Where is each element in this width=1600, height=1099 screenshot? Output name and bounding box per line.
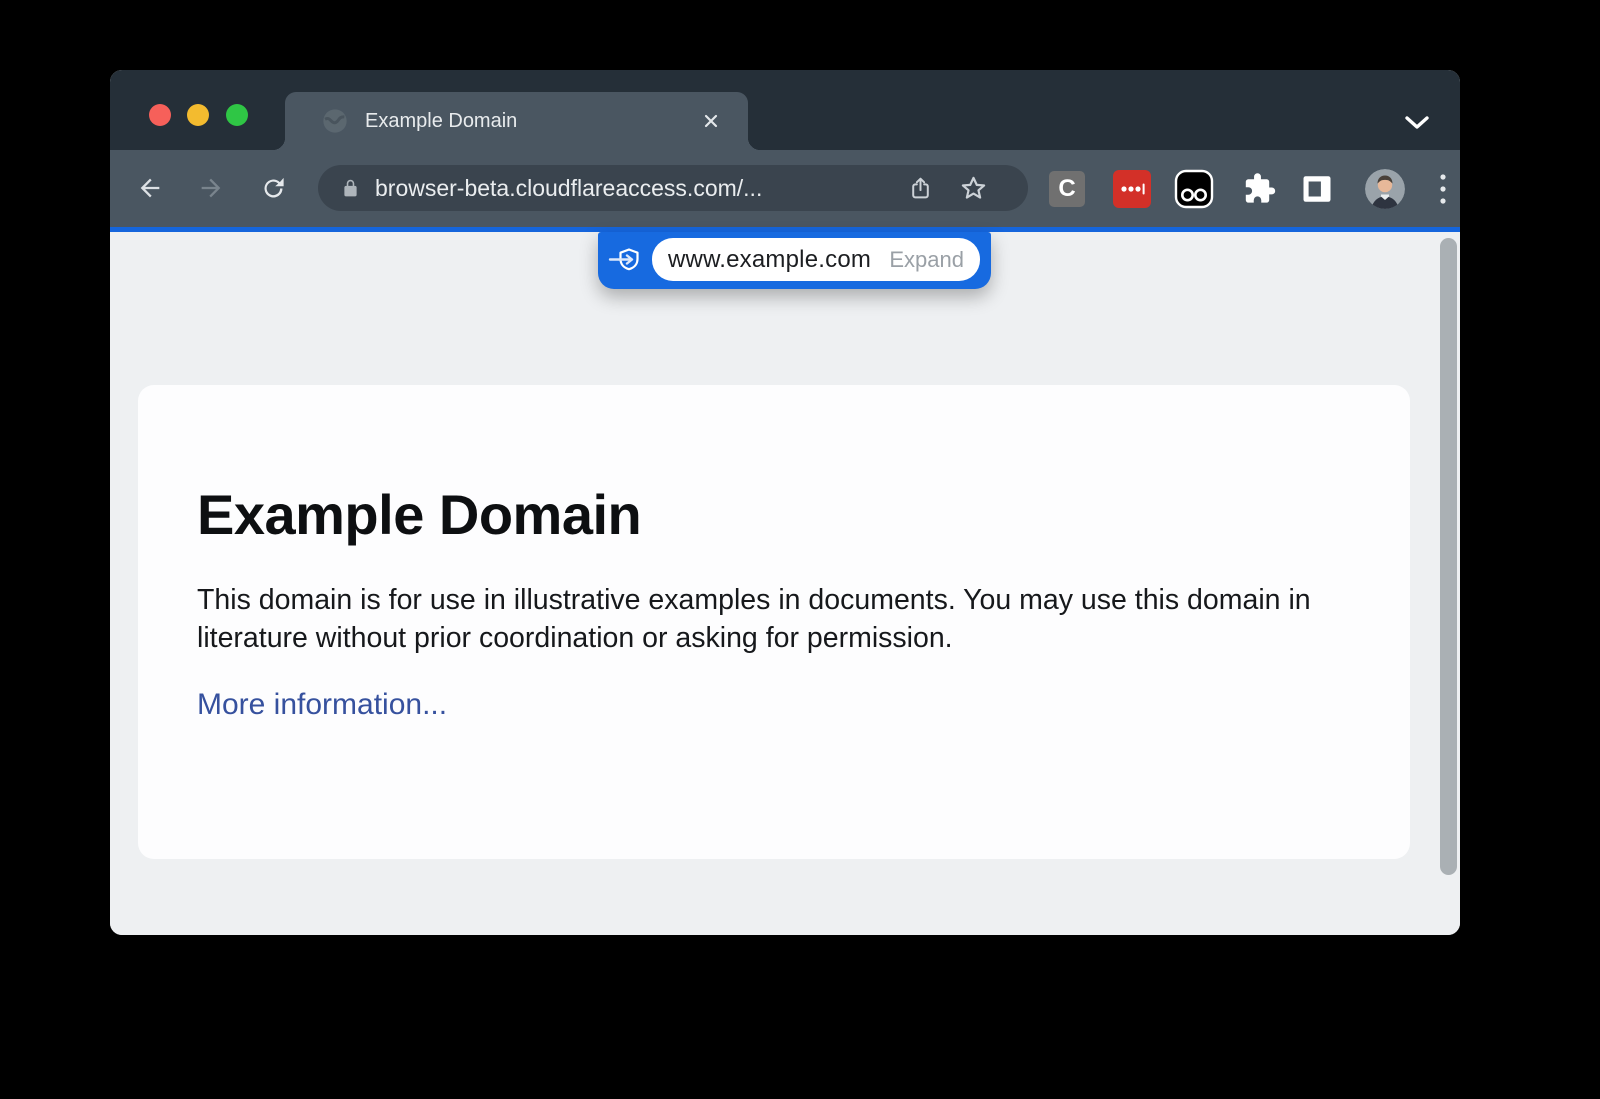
close-icon xyxy=(702,112,720,130)
back-icon xyxy=(136,174,164,202)
puzzle-icon xyxy=(1241,171,1277,207)
isolation-domain-pill[interactable]: www.example.com Expand xyxy=(598,232,991,289)
url-text: browser-beta.cloudflareaccess.com/... xyxy=(375,175,762,202)
reload-button[interactable] xyxy=(253,168,293,208)
side-panel-button[interactable] xyxy=(1299,171,1335,207)
page-paragraph: This domain is for use in illustrative e… xyxy=(197,581,1345,657)
globe-favicon-icon xyxy=(321,107,349,135)
isolated-domain-label: www.example.com xyxy=(668,246,871,274)
three-dot-menu-icon xyxy=(1439,172,1447,206)
reload-icon xyxy=(260,175,287,202)
bookmark-star-icon[interactable] xyxy=(959,174,988,203)
window-close-button[interactable] xyxy=(149,104,171,126)
forward-button[interactable] xyxy=(191,168,231,208)
dark-extension-button[interactable] xyxy=(1173,168,1215,210)
chevron-down-icon xyxy=(1404,115,1430,131)
browser-window: Example Domain xyxy=(110,70,1460,935)
tab-title: Example Domain xyxy=(365,110,696,133)
example-domain-card: Example Domain This domain is for use in… xyxy=(138,385,1410,859)
avatar-photo xyxy=(1365,169,1405,209)
shield-arrow-icon xyxy=(606,246,644,276)
page-title: Example Domain xyxy=(197,482,1410,547)
window-zoom-button[interactable] xyxy=(226,104,248,126)
address-bar[interactable]: browser-beta.cloudflareaccess.com/... xyxy=(318,165,1028,211)
lastpass-dots-icon xyxy=(1118,180,1146,198)
toolbar: browser-beta.cloudflareaccess.com/... C xyxy=(110,150,1460,227)
expand-button[interactable]: Expand xyxy=(889,247,964,273)
side-panel-icon xyxy=(1299,171,1335,207)
profile-avatar[interactable] xyxy=(1365,169,1405,209)
window-minimize-button[interactable] xyxy=(187,104,209,126)
page-viewport: www.example.com Expand Example Domain Th… xyxy=(110,232,1460,935)
scrollbar-thumb[interactable] xyxy=(1440,238,1457,875)
extensions-menu-button[interactable] xyxy=(1241,171,1277,207)
tab-strip: Example Domain xyxy=(110,70,1460,150)
tab-search-button[interactable] xyxy=(1400,106,1434,140)
back-button[interactable] xyxy=(130,168,170,208)
more-information-link[interactable]: More information... xyxy=(197,688,447,722)
share-icon[interactable] xyxy=(908,174,933,203)
extension-c-button[interactable]: C xyxy=(1049,171,1085,207)
lock-icon[interactable] xyxy=(340,176,361,201)
lastpass-extension-button[interactable] xyxy=(1113,170,1151,208)
browser-menu-button[interactable] xyxy=(1431,169,1455,209)
forward-icon xyxy=(197,174,225,202)
extension-c-label: C xyxy=(1058,175,1075,203)
tab-example-domain[interactable]: Example Domain xyxy=(285,92,748,150)
goggles-extension-icon xyxy=(1173,168,1215,210)
tab-close-button[interactable] xyxy=(696,106,726,136)
isolation-inner-pill: www.example.com Expand xyxy=(652,238,980,281)
